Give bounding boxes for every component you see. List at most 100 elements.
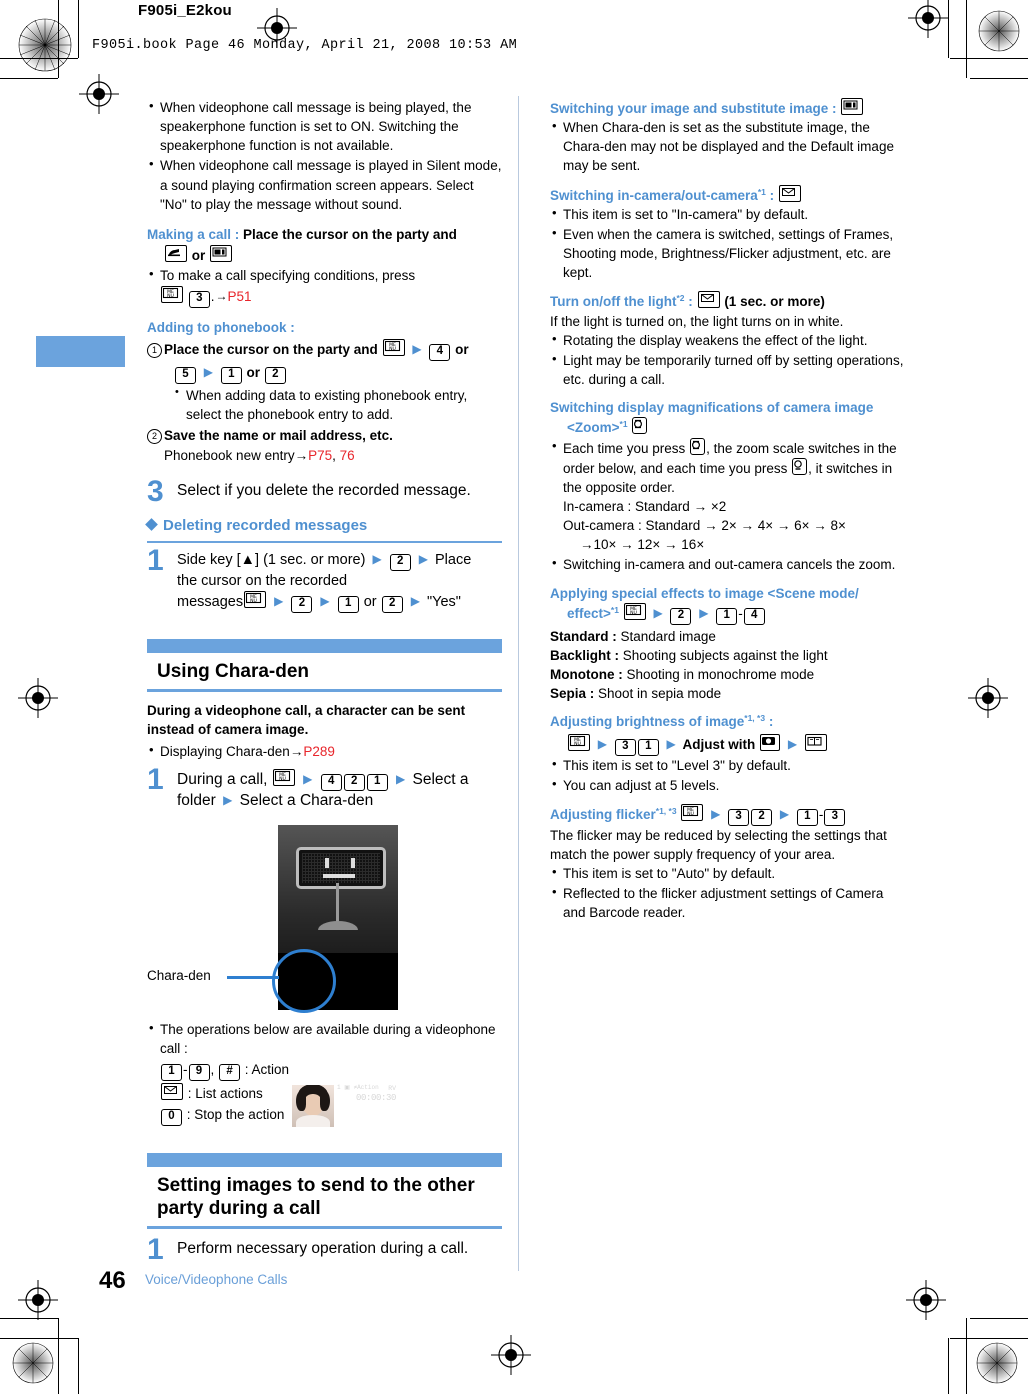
crop-line — [966, 1318, 967, 1394]
list-item: The operations below are available durin… — [147, 1019, 502, 1127]
svg-text:NU: NU — [630, 610, 637, 616]
registration-mark-left-mid — [18, 678, 58, 718]
scene-mode-heading-line1: Applying special effects to image <Scene… — [550, 585, 859, 601]
colon: : — [688, 294, 693, 310]
scene-def: Shooting subjects against the light — [622, 647, 828, 663]
list-item: When videophone call message is played i… — [147, 155, 502, 213]
registration-mark-bc — [491, 1335, 531, 1375]
note-text: Displaying Chara-den — [160, 744, 290, 760]
note-text: Switching in-camera and out-camera cance… — [563, 557, 896, 573]
call-key-icon — [165, 245, 187, 263]
crop-line — [0, 58, 78, 59]
note-text: Rotating the display weakens the effect … — [563, 332, 868, 348]
list-item: When videophone call message is being pl… — [147, 97, 502, 155]
crop-line — [950, 58, 1028, 59]
crop-line — [970, 78, 1028, 79]
zoom-heading-line2: <Zoom> — [567, 420, 620, 436]
scene-item: Standard : Standard image — [550, 627, 905, 646]
key-hash: # — [219, 1063, 241, 1081]
zoom-heading-line1: Switching display magnifications of came… — [550, 400, 874, 416]
heading-rule — [147, 540, 502, 543]
light-heading: Turn on/off the light — [550, 294, 677, 310]
step-text-g: "Yes" — [426, 593, 461, 610]
videophone-key-icon — [841, 98, 864, 115]
step-1-deleting: 1 Side key [▲] (1 sec. or more) ▶ 2 ▶ Pl… — [147, 545, 502, 613]
note-text: This item is set to "In-camera" by defau… — [563, 206, 809, 222]
registration-mark-tl — [79, 74, 119, 114]
crop-line — [58, 1318, 59, 1394]
zoom-block: Switching display magnifications of came… — [550, 398, 905, 574]
crop-line — [966, 0, 967, 78]
dot-matrix — [302, 852, 380, 883]
key-1: 1 — [220, 366, 242, 384]
starburst-mark-tr — [978, 10, 1028, 64]
key-2: 2 — [381, 595, 403, 613]
sep: - — [183, 1061, 188, 1077]
zoom-bullets: Each time you press , the zoom scale swi… — [550, 437, 905, 575]
key-0: 0 — [161, 1109, 182, 1127]
note-text-a: Each time you press — [563, 440, 686, 456]
page-ref: P75 — [308, 448, 333, 464]
scene-term: Sepia : — [550, 686, 595, 702]
switching-image-heading: Switching your image and substitute imag… — [550, 101, 837, 116]
callout-line — [227, 975, 279, 979]
phonebook-step2-text: Save the name or mail address, etc. — [164, 427, 393, 443]
crop-line — [950, 1338, 1028, 1339]
list-item: To make a call specifying conditions, pr… — [147, 265, 502, 309]
footnote-marker: *1, *3 — [744, 713, 766, 724]
step-text-c: Place — [435, 551, 472, 568]
step-text-d: the cursor on the recorded — [177, 572, 348, 589]
character-stand — [336, 882, 339, 923]
character-mouth — [323, 873, 355, 878]
highlight-circle — [272, 948, 336, 1013]
document-file-label: F905i_E2kou — [138, 2, 232, 19]
zoom-in-camera: In-camera : Standard → ×2 — [563, 498, 727, 514]
key-2: 2 — [343, 773, 365, 791]
document-book-line: F905i.book Page 46 Monday, April 21, 200… — [92, 38, 518, 53]
chara-den-intro: During a videophone call, a character ca… — [147, 703, 466, 738]
brightness-block: Adjusting brightness of image*1, *3 : ME… — [550, 712, 905, 794]
zoom-out-camera-2: →10× → 12× → 16× — [580, 537, 705, 553]
note-text: Light may be temporarily turned off by s… — [563, 352, 904, 388]
deleting-heading: Deleting recorded messages — [145, 515, 502, 536]
menu-key-icon: ME NU — [382, 338, 405, 356]
sep: - — [818, 806, 824, 822]
phone-screen-upper — [278, 824, 398, 953]
circled-number-1: 1 — [147, 342, 162, 358]
scene-item: Sepia : Shoot in sepia mode — [550, 684, 905, 703]
arrow-icon: ▶ — [597, 736, 607, 751]
arrow-icon: ▶ — [412, 341, 422, 356]
list-item: Switching in-camera and out-camera cance… — [550, 554, 905, 574]
list-item: This item is set to "In-camera" by defau… — [550, 204, 905, 224]
step-number: 1 — [147, 762, 164, 796]
key-1: 1 — [796, 808, 818, 826]
key-3: 3 — [824, 808, 846, 826]
footnote-marker: *2 — [676, 293, 685, 304]
top-notes-list: When videophone call message is being pl… — [147, 97, 502, 214]
step-number: 1 — [147, 543, 164, 577]
column-divider — [518, 96, 519, 1271]
arrow-icon: ▶ — [653, 605, 663, 620]
arrow-icon: ▶ — [372, 551, 382, 566]
svg-text:NU: NU — [389, 346, 396, 352]
flicker-body: The flicker may be reduced by selecting … — [550, 827, 887, 862]
flicker-bullets: This item is set to "Auto" by default. R… — [550, 863, 905, 922]
period: . — [210, 289, 215, 305]
list-item: This item is set to "Level 3" by default… — [550, 755, 905, 775]
arrow-icon: ▶ — [203, 364, 213, 379]
book-key-icon — [804, 733, 827, 751]
crop-line — [0, 1318, 58, 1319]
key-4: 4 — [743, 607, 765, 625]
footnote-marker: *1 — [610, 604, 619, 615]
list-item: Rotating the display weakens the effect … — [550, 330, 905, 350]
page-ref: 76 — [339, 448, 355, 464]
key-2: 2 — [751, 808, 773, 826]
step-line-2: folder ▶ Select a Chara-den — [177, 791, 502, 811]
key-4: 4 — [320, 773, 342, 791]
svg-text:NU: NU — [250, 598, 257, 604]
scene-term: Standard : — [550, 628, 617, 644]
circled-number-2: 2 — [147, 428, 162, 444]
ops-row-3: 0 : Stop the action — [160, 1105, 502, 1127]
svg-text:NU: NU — [167, 293, 174, 299]
key-2: 2 — [264, 366, 286, 384]
